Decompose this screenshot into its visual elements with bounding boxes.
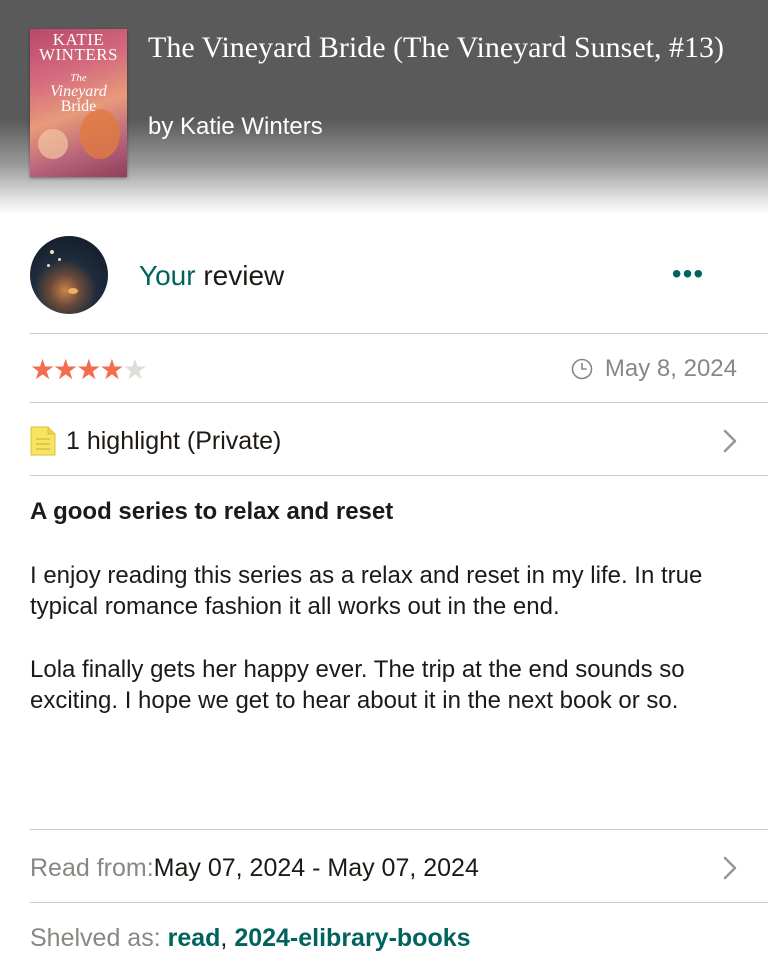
star-rating: ★★★★★ (30, 354, 148, 385)
shelves-row: Shelved as: read, 2024-elibrary-books (30, 922, 471, 954)
clock-icon (571, 358, 593, 380)
divider (30, 829, 768, 830)
avatar-art (58, 258, 61, 261)
note-icon (30, 426, 56, 456)
avatar[interactable] (30, 236, 108, 314)
review-date-text: May 8, 2024 (604, 355, 737, 382)
cover-author: KATIE WINTERS (38, 30, 119, 64)
review-heading-rest: review (195, 260, 285, 291)
review-body: I enjoy reading this series as a relax a… (30, 560, 740, 748)
more-icon: ••• (671, 258, 705, 289)
read-dates-row[interactable]: Read from: May 07, 2024 - May 07, 2024 (30, 851, 738, 885)
chevron-right-icon[interactable] (722, 855, 738, 881)
read-dates-value: May 07, 2024 - May 07, 2024 (153, 853, 479, 882)
shelf-separator: , (220, 924, 235, 952)
review-heading: Your review (139, 259, 284, 293)
shelf-link-2024-elibrary-books[interactable]: 2024-elibrary-books (234, 924, 470, 952)
book-title[interactable]: The Vineyard Bride (The Vineyard Sunset,… (148, 30, 748, 66)
review-paragraph: Lola finally gets her happy ever. The tr… (30, 656, 685, 714)
avatar-art (50, 250, 54, 254)
highlights-label: 1 highlight (Private) (66, 426, 282, 455)
divider (30, 402, 768, 403)
star-icon: ★ (122, 354, 147, 385)
avatar-art (68, 288, 78, 294)
divider (30, 475, 768, 476)
cover-art (38, 129, 68, 159)
read-dates-label: Read from: (30, 853, 154, 882)
divider (30, 333, 768, 334)
chevron-right-icon[interactable] (722, 428, 738, 454)
review-paragraph: I enjoy reading this series as a relax a… (30, 562, 703, 620)
divider (30, 902, 768, 903)
review-heading-your: Your (139, 260, 196, 291)
cover-title: The Vineyard Bride (50, 72, 107, 115)
star-icon: ★ (99, 354, 124, 385)
cover-art (80, 109, 120, 159)
star-icon: ★ (53, 354, 78, 385)
star-icon: ★ (76, 354, 101, 385)
review-date: May 8, 2024 (571, 354, 737, 384)
shelves-label: Shelved as: (30, 924, 168, 952)
highlights-row[interactable]: 1 highlight (Private) (30, 424, 738, 458)
star-icon: ★ (30, 354, 55, 385)
book-author[interactable]: by Katie Winters (148, 112, 323, 142)
more-options-button[interactable]: ••• (664, 259, 712, 293)
shelf-link-read[interactable]: read (168, 924, 221, 952)
review-title: A good series to relax and reset (30, 498, 394, 525)
book-cover[interactable]: KATIE WINTERS The Vineyard Bride (30, 29, 127, 177)
avatar-art (47, 264, 50, 267)
